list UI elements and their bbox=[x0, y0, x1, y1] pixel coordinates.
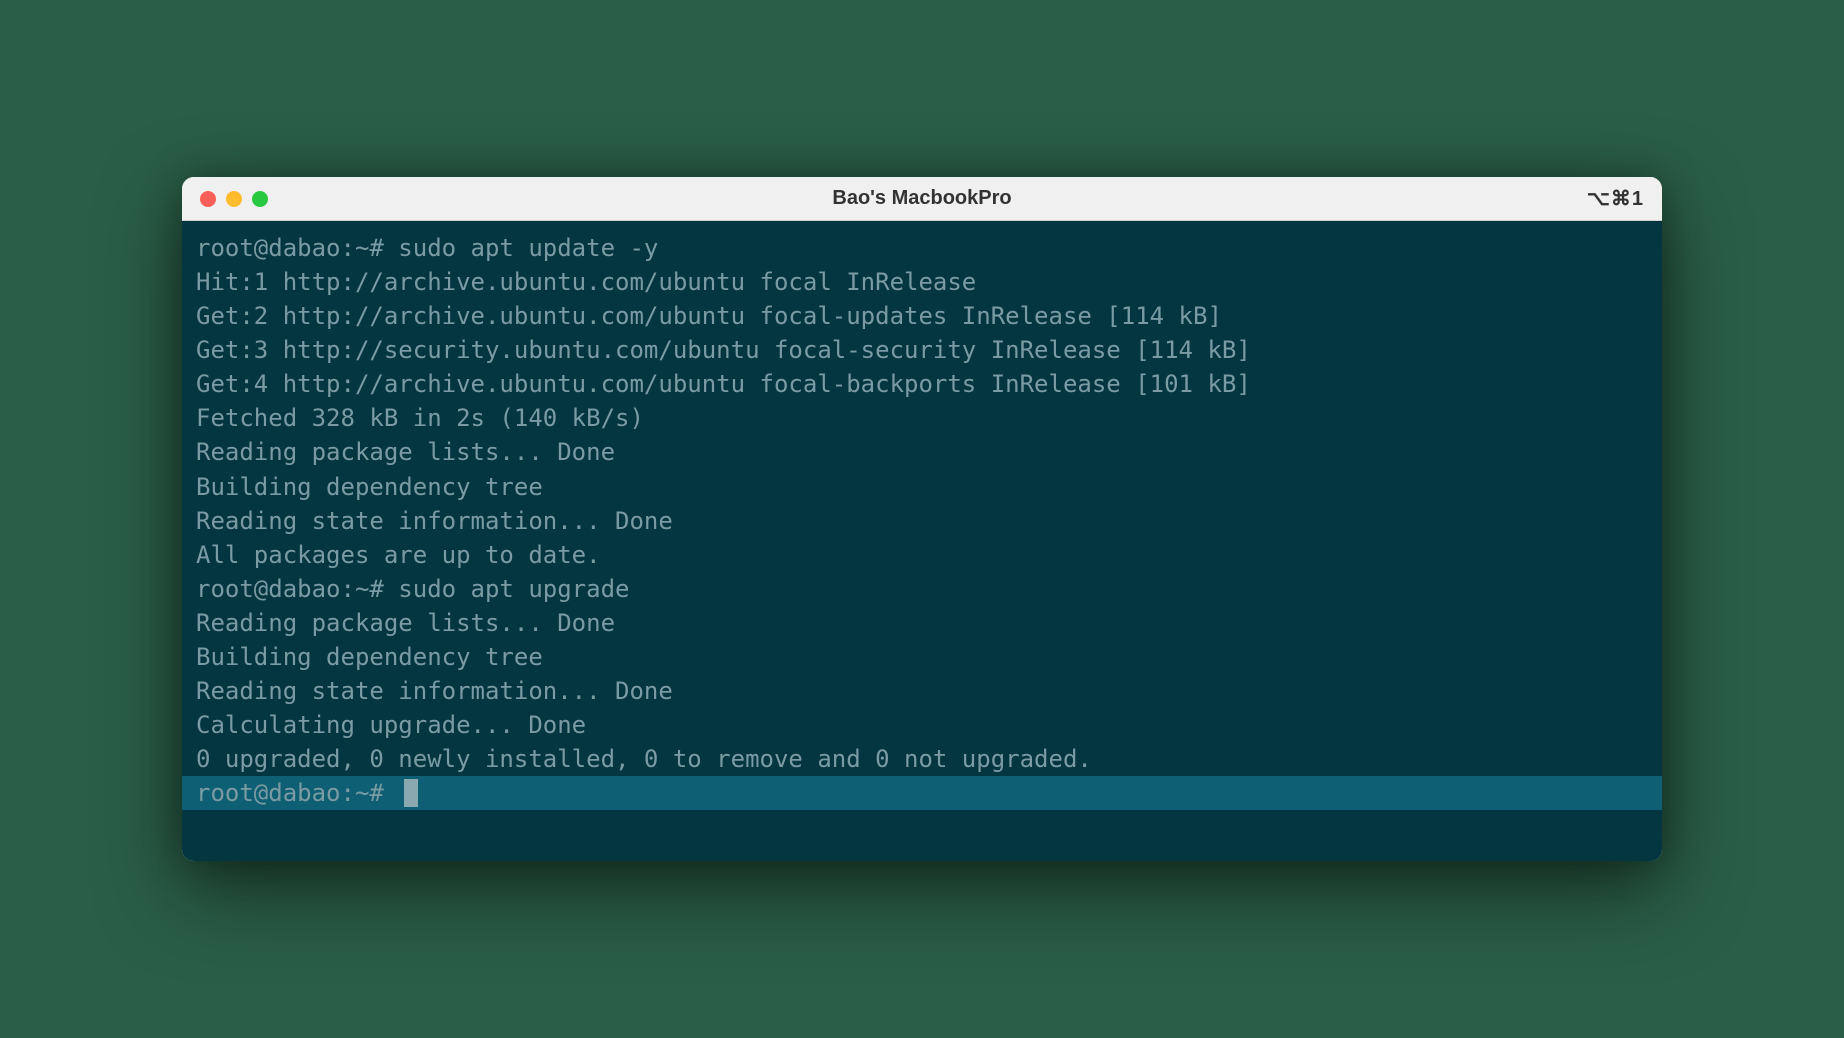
window-title: Bao's MacbookPro bbox=[832, 187, 1011, 210]
terminal-line: Fetched 328 kB in 2s (140 kB/s) bbox=[196, 401, 1648, 435]
terminal-line: Reading state information... Done bbox=[196, 504, 1648, 538]
terminal-line: All packages are up to date. bbox=[196, 538, 1648, 572]
minimize-icon[interactable] bbox=[226, 191, 242, 207]
prompt-text: root@dabao:~# bbox=[196, 776, 398, 810]
maximize-icon[interactable] bbox=[252, 191, 268, 207]
terminal-line: Get:3 http://security.ubuntu.com/ubuntu … bbox=[196, 333, 1648, 367]
terminal-window: Bao's MacbookPro ⌥⌘1 root@dabao:~# sudo … bbox=[182, 177, 1662, 861]
terminal-body[interactable]: root@dabao:~# sudo apt update -y Hit:1 h… bbox=[182, 221, 1662, 861]
close-icon[interactable] bbox=[200, 191, 216, 207]
cursor-icon bbox=[404, 779, 418, 807]
terminal-line: Reading package lists... Done bbox=[196, 435, 1648, 469]
terminal-line: root@dabao:~# sudo apt upgrade bbox=[196, 572, 1648, 606]
titlebar: Bao's MacbookPro ⌥⌘1 bbox=[182, 177, 1662, 221]
terminal-line: Building dependency tree bbox=[196, 470, 1648, 504]
terminal-line: Building dependency tree bbox=[196, 640, 1648, 674]
terminal-line: root@dabao:~# sudo apt update -y bbox=[196, 231, 1648, 265]
terminal-line: Calculating upgrade... Done bbox=[196, 708, 1648, 742]
window-shortcut: ⌥⌘1 bbox=[1587, 186, 1644, 211]
terminal-line: Reading package lists... Done bbox=[196, 606, 1648, 640]
terminal-line: Get:4 http://archive.ubuntu.com/ubuntu f… bbox=[196, 367, 1648, 401]
active-prompt-line[interactable]: root@dabao:~# bbox=[182, 776, 1662, 810]
terminal-line: 0 upgraded, 0 newly installed, 0 to remo… bbox=[196, 742, 1648, 776]
traffic-lights bbox=[200, 191, 268, 207]
terminal-line: Get:2 http://archive.ubuntu.com/ubuntu f… bbox=[196, 299, 1648, 333]
terminal-line: Reading state information... Done bbox=[196, 674, 1648, 708]
terminal-line: Hit:1 http://archive.ubuntu.com/ubuntu f… bbox=[196, 265, 1648, 299]
